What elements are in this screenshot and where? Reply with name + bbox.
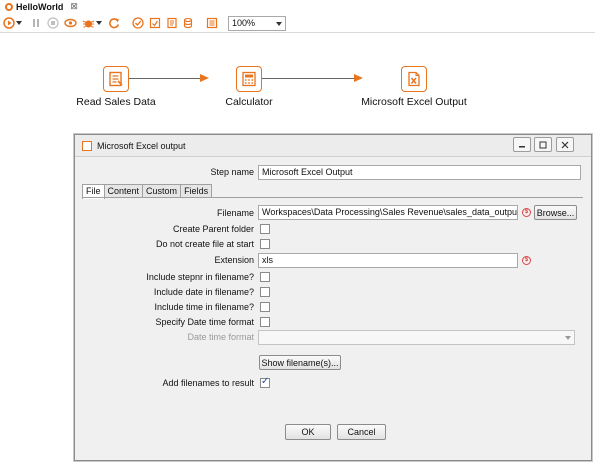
ok-button[interactable]: OK bbox=[285, 424, 331, 440]
add-filenames-checkbox[interactable] bbox=[260, 376, 270, 388]
variable-icon: $ bbox=[522, 256, 531, 265]
date-time-format-label: Date time format bbox=[187, 332, 254, 342]
hop-arrowhead bbox=[200, 74, 209, 82]
tab-content[interactable]: Content bbox=[103, 184, 144, 198]
minimize-button[interactable] bbox=[513, 137, 531, 152]
impact-icon[interactable] bbox=[149, 16, 161, 30]
step-label: Read Sales Data bbox=[76, 96, 156, 108]
step-microsoft-excel-output[interactable]: Microsoft Excel Output bbox=[355, 66, 473, 108]
include-stepnr-label: Include stepnr in filename? bbox=[146, 272, 254, 282]
include-stepnr-checkbox[interactable] bbox=[260, 272, 270, 282]
show-filenames-button[interactable]: Show filename(s)... bbox=[259, 355, 341, 370]
variable-icon: $ bbox=[522, 208, 531, 217]
step-read-sales-data[interactable]: Read Sales Data bbox=[67, 66, 165, 108]
verify-icon[interactable] bbox=[132, 16, 144, 30]
add-filenames-label: Add filenames to result bbox=[162, 378, 254, 388]
step-name-label: Step name bbox=[210, 167, 254, 177]
replay-icon[interactable] bbox=[108, 16, 120, 30]
close-tab-icon[interactable]: ⊠ bbox=[70, 1, 78, 12]
debug-options-dropdown-icon[interactable] bbox=[96, 16, 102, 30]
tab-helloworld[interactable]: HelloWorld ⊠ bbox=[1, 0, 82, 13]
chevron-down-icon bbox=[565, 336, 571, 340]
sql-icon[interactable] bbox=[166, 16, 178, 30]
filename-label: Filename bbox=[216, 208, 254, 218]
transformation-icon bbox=[5, 2, 13, 11]
step-name-input[interactable]: Microsoft Excel Output bbox=[258, 165, 581, 180]
pause-icon[interactable] bbox=[30, 16, 42, 30]
cancel-button[interactable]: Cancel bbox=[337, 424, 386, 440]
do-not-create-label: Do not create file at start bbox=[155, 239, 254, 249]
do-not-create-checkbox[interactable] bbox=[260, 239, 270, 249]
close-button[interactable] bbox=[556, 137, 574, 152]
stop-icon[interactable] bbox=[47, 16, 59, 30]
specify-date-time-label: Specify Date time format bbox=[155, 317, 254, 327]
include-date-label: Include date in filename? bbox=[153, 287, 254, 297]
browse-button[interactable]: Browse... bbox=[534, 205, 577, 220]
step-label: Calculator bbox=[225, 96, 273, 108]
extension-input[interactable]: xls bbox=[258, 253, 518, 268]
calculator-icon bbox=[236, 66, 262, 92]
chevron-down-icon bbox=[276, 22, 282, 26]
preview-icon[interactable] bbox=[64, 16, 77, 30]
excel-output-icon bbox=[82, 141, 92, 151]
specify-date-time-checkbox[interactable] bbox=[260, 317, 270, 327]
zoom-select[interactable]: 100% bbox=[228, 16, 286, 31]
text-input-icon bbox=[103, 66, 129, 92]
include-time-label: Include time in filename? bbox=[154, 302, 254, 312]
extension-label: Extension bbox=[214, 255, 254, 265]
tab-fields[interactable]: Fields bbox=[180, 184, 213, 198]
run-options-dropdown-icon[interactable] bbox=[16, 16, 22, 30]
step-calculator[interactable]: Calculator bbox=[212, 66, 286, 108]
maximize-button[interactable] bbox=[534, 137, 552, 152]
debug-icon[interactable] bbox=[82, 16, 95, 30]
editor-tabbar: HelloWorld ⊠ bbox=[0, 0, 595, 13]
excel-output-icon bbox=[401, 66, 427, 92]
filename-input[interactable]: Workspaces\Data Processing\Sales Revenue… bbox=[258, 205, 518, 220]
include-time-checkbox[interactable] bbox=[260, 302, 270, 312]
dialog-tabs: File Content Custom Fields bbox=[82, 184, 213, 199]
excel-output-dialog: Microsoft Excel output Step name Microso… bbox=[74, 134, 592, 461]
create-parent-folder-checkbox[interactable] bbox=[260, 224, 270, 234]
show-results-icon[interactable] bbox=[206, 16, 218, 30]
date-time-format-select[interactable] bbox=[258, 330, 575, 345]
zoom-value: 100% bbox=[232, 18, 256, 28]
run-icon[interactable] bbox=[3, 16, 15, 30]
toolbar bbox=[0, 13, 595, 33]
tab-custom[interactable]: Custom bbox=[142, 184, 182, 198]
step-label: Microsoft Excel Output bbox=[361, 96, 467, 108]
create-parent-folder-label: Create Parent folder bbox=[172, 224, 254, 234]
explore-database-icon[interactable] bbox=[183, 16, 195, 30]
dialog-title: Microsoft Excel output bbox=[97, 141, 186, 151]
tab-title: HelloWorld bbox=[16, 1, 64, 12]
include-date-checkbox[interactable] bbox=[260, 287, 270, 297]
dialog-titlebar[interactable]: Microsoft Excel output bbox=[75, 135, 591, 157]
